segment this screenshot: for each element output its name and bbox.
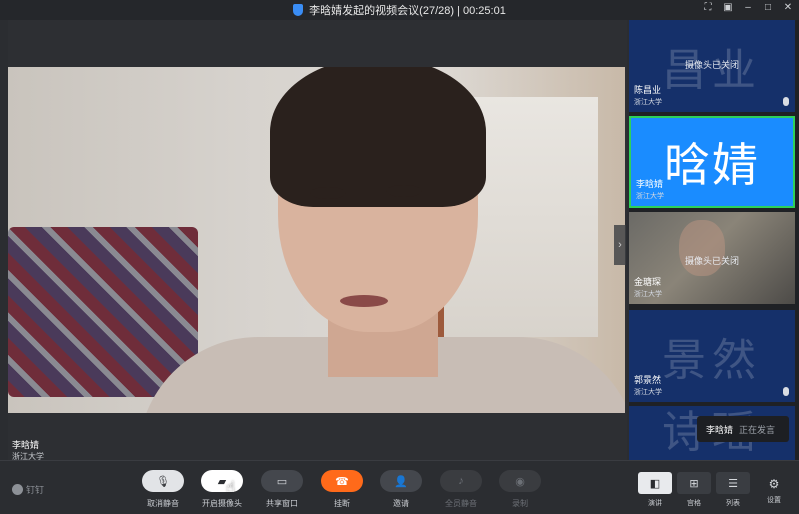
camera-off-note: 摄像头已关闭 bbox=[684, 60, 739, 70]
hangup-button[interactable]: ☎ 挂断 bbox=[319, 470, 365, 509]
unmute-button[interactable]: 🎙 取消静音 bbox=[140, 470, 186, 509]
participant-tile[interactable]: 昌业 摄像头已关闭 陈昌业 浙江大学 bbox=[629, 20, 795, 112]
mic-icon bbox=[783, 387, 789, 396]
record-button[interactable]: ◉ 录制 bbox=[497, 470, 543, 509]
participant-name: 郭景然 bbox=[634, 375, 662, 385]
shield-icon bbox=[293, 4, 304, 16]
participant-tile-active[interactable]: 晗婧 李晗婧 浙江大学 bbox=[629, 116, 795, 208]
invite-button[interactable]: 👤 邀请 bbox=[378, 470, 424, 509]
grid-layout-icon: ⊞ bbox=[677, 472, 711, 494]
window-controls: ⛶ ▣ – □ ✕ bbox=[703, 3, 793, 13]
maximize-icon[interactable]: □ bbox=[763, 3, 773, 13]
share-window-button[interactable]: ▭ 共享窗口 bbox=[259, 470, 305, 509]
speaker-status: 正在发言 bbox=[739, 424, 776, 435]
title-bar: 李晗婧发起的视频会议(27/28) | 00:25:01 ⛶ ▣ – □ ✕ bbox=[0, 0, 799, 20]
dingtalk-logo-icon bbox=[12, 484, 23, 495]
camera-button[interactable]: ▰ 开启摄像头 bbox=[199, 470, 245, 509]
participant-org: 浙江大学 bbox=[634, 389, 662, 396]
participant-org: 浙江大学 bbox=[634, 99, 662, 106]
fullscreen-icon[interactable]: ⛶ bbox=[703, 3, 713, 13]
view-speaker-button[interactable]: ◧ 演讲 bbox=[638, 472, 672, 508]
meeting-window: 李晗婧发起的视频会议(27/28) | 00:25:01 ⛶ ▣ – □ ✕ ›… bbox=[0, 0, 799, 514]
meeting-toolbar: 钉钉 🎙 取消静音 ▰ 开启摄像头 ▭ 共享窗口 ☎ 挂断 👤 邀请 ♪ 全员静… bbox=[0, 460, 799, 514]
mic-off-icon: 🎙 bbox=[142, 470, 184, 492]
mute-all-button[interactable]: ♪ 全员静音 bbox=[438, 470, 484, 509]
participant-tile[interactable]: 摄像头已关闭 金瑭琛 浙江大学 bbox=[629, 212, 795, 304]
speaker-name: 李晗婧 bbox=[706, 424, 734, 435]
camera-off-icon: ▰ bbox=[201, 470, 243, 492]
settings-button[interactable]: ⚙ 设置 bbox=[762, 477, 786, 505]
phone-hangup-icon: ☎ bbox=[321, 470, 363, 492]
mic-icon bbox=[783, 97, 789, 106]
close-icon[interactable]: ✕ bbox=[783, 3, 793, 13]
participant-name: 陈昌业 bbox=[634, 85, 662, 95]
add-user-icon: 👤 bbox=[380, 470, 422, 492]
participant-tile[interactable]: 景然 郭景然 浙江大学 bbox=[629, 310, 795, 402]
main-video-name: 李晗婧 bbox=[12, 440, 40, 450]
mute-all-icon: ♪ bbox=[440, 470, 482, 492]
gear-icon: ⚙ bbox=[768, 477, 780, 491]
main-video-feed bbox=[8, 67, 625, 413]
participant-org: 浙江大学 bbox=[636, 193, 664, 200]
speaking-indicator: 李晗婧 正在发言 bbox=[697, 416, 789, 442]
minimize-icon[interactable]: – bbox=[743, 3, 753, 13]
participant-name: 李晗婧 bbox=[636, 179, 664, 189]
participant-name: 金瑭琛 bbox=[634, 277, 662, 287]
participant-org: 浙江大学 bbox=[634, 291, 662, 298]
speaker-layout-icon: ◧ bbox=[638, 472, 672, 494]
brand-label: 钉钉 bbox=[26, 485, 45, 495]
view-list-button[interactable]: ☰ 列表 bbox=[716, 472, 750, 508]
view-grid-button[interactable]: ⊞ 宫格 bbox=[677, 472, 711, 508]
record-icon: ◉ bbox=[499, 470, 541, 492]
main-video-area[interactable]: › 李晗婧 浙江大学 bbox=[8, 20, 627, 461]
camera-off-note: 摄像头已关闭 bbox=[684, 256, 739, 266]
brand: 钉钉 bbox=[12, 483, 44, 496]
window-title: 李晗婧发起的视频会议(27/28) | 00:25:01 bbox=[309, 5, 506, 17]
list-layout-icon: ☰ bbox=[716, 472, 750, 494]
share-screen-icon: ▭ bbox=[261, 470, 303, 492]
pin-icon[interactable]: ▣ bbox=[723, 3, 733, 13]
hand-cursor-icon: ☝ bbox=[226, 479, 236, 496]
chevron-right-icon[interactable]: › bbox=[614, 225, 626, 265]
